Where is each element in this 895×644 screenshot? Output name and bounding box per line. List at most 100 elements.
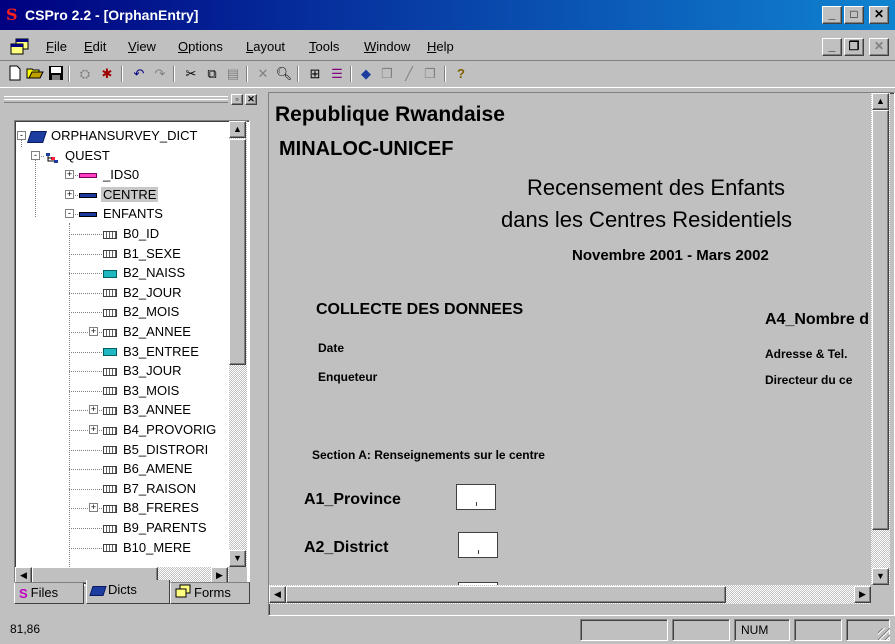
mdi-close-button[interactable]: ✕ — [869, 38, 889, 56]
tab-forms[interactable]: Forms — [170, 582, 250, 604]
pane-grip[interactable] — [4, 99, 228, 103]
tree-item-b6-amene[interactable]: B6_AMENE — [103, 459, 194, 478]
menu-view[interactable]: View — [128, 39, 156, 54]
collapse-icon[interactable]: - — [65, 209, 74, 219]
tree-item-b2-naiss[interactable]: B2_NAISS — [103, 263, 187, 282]
pane-restore-button[interactable]: ▫ — [231, 94, 243, 105]
form-text-period[interactable]: Novembre 2001 - Mars 2002 — [572, 247, 769, 264]
scroll-thumb[interactable] — [872, 110, 889, 530]
maximize-button[interactable]: □ — [844, 6, 864, 24]
help-icon[interactable]: ? — [452, 65, 470, 83]
form-text-a2[interactable]: A2_District — [304, 539, 388, 557]
form-text-a1[interactable]: A1_Province — [304, 491, 401, 509]
dictionary-tree[interactable]: ORPHANSURVEY_DICT - QUEST - _IDS0 + CENTRE + ENF… — [14, 120, 250, 586]
copy-icon[interactable]: ⧉ — [203, 65, 221, 83]
form-text-a4[interactable]: A4_Nombre d — [765, 311, 869, 329]
tree-item-b5-distrori[interactable]: B5_DISTRORI — [103, 440, 210, 459]
expand-icon[interactable]: + — [65, 189, 74, 199]
generate-icon[interactable]: ⛭ — [76, 65, 94, 83]
cut-icon[interactable]: ✂ — [182, 65, 200, 83]
collapse-icon[interactable]: - — [31, 150, 40, 160]
menu-file[interactable]: File — [46, 39, 67, 54]
tree-item-b3-jour[interactable]: B3_JOUR — [103, 361, 184, 380]
form-text-enqueteur[interactable]: Enqueteur — [318, 370, 377, 384]
minimize-button[interactable]: _ — [822, 6, 842, 24]
grid-icon[interactable]: ⊞ — [306, 65, 324, 83]
tree-item-b7-raison[interactable]: B7_RAISON — [103, 479, 198, 498]
line-icon[interactable]: ╱ — [400, 65, 418, 83]
pane-close-button[interactable]: ✕ — [245, 94, 257, 105]
tree-item-centre[interactable]: CENTRE — [79, 185, 159, 204]
run-icon[interactable]: ✱ — [98, 65, 116, 83]
redo-icon[interactable]: ↷ — [151, 65, 169, 83]
form-text-directeur[interactable]: Directeur du ce — [765, 373, 852, 387]
dictionary-icon[interactable]: ◆ — [357, 65, 375, 83]
tree-item-orphansurvey-dict[interactable]: ORPHANSURVEY_DICT — [27, 126, 199, 145]
scroll-thumb[interactable] — [286, 586, 726, 603]
scroll-up-button[interactable]: ▲ — [229, 121, 246, 138]
a2-district-field[interactable] — [458, 532, 498, 558]
align-icon[interactable]: ☰ — [328, 65, 346, 83]
menu-edit[interactable]: Edit — [84, 39, 106, 54]
scroll-down-button[interactable]: ▼ — [872, 568, 889, 585]
close-button[interactable]: ✕ — [869, 6, 889, 24]
expand-icon[interactable]: + — [89, 503, 98, 513]
resize-grip-icon[interactable] — [878, 628, 890, 640]
scroll-up-button[interactable]: ▲ — [872, 93, 889, 110]
tree-item-b10-mere[interactable]: B10_MERE — [103, 538, 193, 557]
forms-icon[interactable]: ❒ — [378, 65, 396, 83]
form-horizontal-scrollbar[interactable]: ◀ ▶ — [269, 585, 871, 604]
tree-item-b1-sexe[interactable]: B1_SEXE — [103, 244, 183, 263]
form-canvas[interactable]: Republique Rwandaise MINALOC-UNICEF Rece… — [269, 93, 871, 585]
undo-icon[interactable]: ↶ — [130, 65, 148, 83]
form-text-date[interactable]: Date — [318, 341, 344, 355]
save-icon[interactable] — [47, 65, 65, 83]
scroll-left-button[interactable]: ◀ — [269, 586, 286, 603]
tab-dicts[interactable]: Dicts — [86, 580, 170, 604]
form-vertical-scrollbar[interactable]: ▲ ▼ — [871, 93, 890, 585]
scroll-right-button[interactable]: ▶ — [854, 586, 871, 603]
scroll-thumb[interactable] — [229, 139, 246, 365]
box-icon[interactable]: ❒ — [421, 65, 439, 83]
form-text-heading1[interactable]: Recensement des Enfants — [527, 175, 785, 201]
expand-icon[interactable]: + — [65, 170, 74, 180]
expand-icon[interactable]: + — [89, 425, 98, 434]
tree-item-b2-jour[interactable]: B2_JOUR — [103, 283, 184, 302]
tree-item-enfants[interactable]: ENFANTS — [79, 204, 165, 223]
tree-item--ids0[interactable]: _IDS0 — [79, 165, 141, 184]
expand-icon[interactable]: + — [89, 405, 98, 415]
tree-vertical-scrollbar[interactable]: ▲ ▼ — [229, 121, 247, 567]
scroll-down-button[interactable]: ▼ — [229, 550, 246, 567]
tree-item-b3-entree[interactable]: B3_ENTREE — [103, 342, 201, 361]
tree-item-b8-freres[interactable]: B8_FRERES — [103, 498, 201, 517]
find-icon[interactable]: 🔍︎ — [275, 65, 293, 83]
new-icon[interactable] — [6, 65, 24, 83]
mdi-restore-button[interactable]: ❐ — [844, 38, 864, 56]
menu-options[interactable]: Options — [178, 39, 223, 54]
tree-item-b3-annee[interactable]: B3_ANNEE — [103, 400, 193, 419]
tree-item-b4-provorig[interactable]: B4_PROVORIG — [103, 420, 218, 439]
form-text-section-a[interactable]: Section A: Renseignements sur le centre — [312, 448, 545, 462]
paste-icon[interactable]: ▤ — [224, 65, 242, 83]
menu-help[interactable]: Help — [427, 39, 454, 54]
form-text-adresse[interactable]: Adresse & Tel. — [765, 347, 847, 361]
pane-header[interactable]: ▫ ✕ — [4, 94, 258, 106]
menu-window[interactable]: Window — [364, 39, 410, 54]
a1-province-field[interactable] — [456, 484, 496, 510]
collapse-icon[interactable]: - — [17, 131, 26, 140]
tree-item-b9-parents[interactable]: B9_PARENTS — [103, 518, 209, 537]
document-window-icon[interactable] — [10, 38, 30, 56]
tab-files[interactable]: S Files — [14, 582, 84, 604]
delete-icon[interactable]: ✕ — [254, 65, 272, 83]
menu-tools[interactable]: Tools — [309, 39, 339, 54]
form-text-org[interactable]: MINALOC-UNICEF — [279, 138, 453, 161]
tree-item-quest[interactable]: QUEST — [45, 146, 112, 165]
form-text-collecte[interactable]: COLLECTE DES DONNEES — [316, 301, 523, 319]
tree-item-b2-mois[interactable]: B2_MOIS — [103, 302, 181, 321]
tree-item-b2-annee[interactable]: B2_ANNEE — [103, 322, 193, 341]
mdi-minimize-button[interactable]: _ — [822, 38, 842, 56]
form-text-country[interactable]: Republique Rwandaise — [275, 103, 505, 127]
tree-item-b3-mois[interactable]: B3_MOIS — [103, 381, 181, 400]
menu-layout[interactable]: Layout — [246, 39, 285, 54]
form-text-heading2[interactable]: dans les Centres Residentiels — [501, 207, 792, 233]
